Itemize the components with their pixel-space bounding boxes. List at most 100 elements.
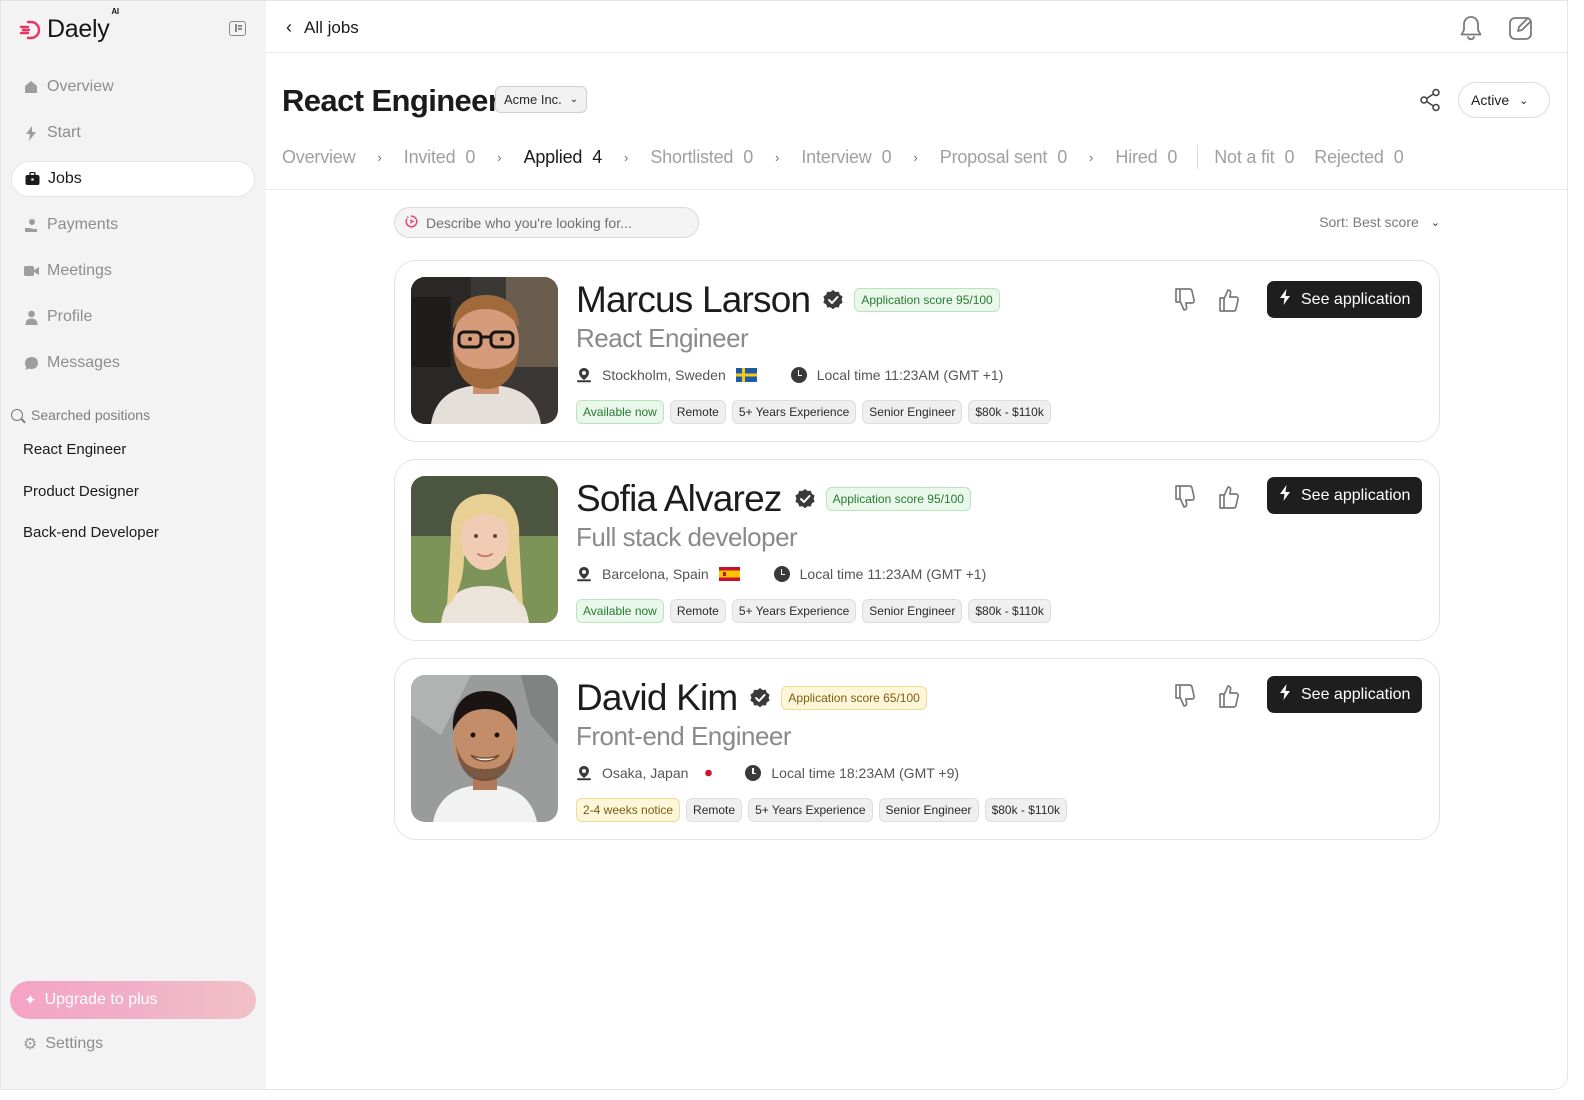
settings-link[interactable]: ⚙ Settings — [23, 1034, 103, 1054]
candidate-card[interactable]: Marcus Larson Application score 95/100 R… — [394, 260, 1440, 442]
chevron-right-icon: › — [497, 149, 502, 165]
describe-placeholder: Describe who you're looking for... — [426, 214, 632, 231]
location-pin-icon — [577, 368, 591, 383]
see-application-button[interactable]: See application — [1267, 477, 1422, 514]
thumbs-down-icon[interactable] — [1173, 287, 1197, 313]
chevron-down-icon: ⌄ — [569, 94, 579, 105]
tag-seniority: Senior Engineer — [878, 798, 979, 822]
ai-spinner-icon — [405, 214, 418, 231]
video-icon — [23, 263, 39, 279]
local-time: Local time 11:23AM (GMT +1) — [773, 566, 986, 582]
tab-not-a-fit[interactable]: Not a fit 0 — [1214, 147, 1294, 168]
position-item-react-engineer[interactable]: React Engineer — [23, 441, 159, 463]
thumbs-up-icon[interactable] — [1217, 287, 1241, 313]
company-selector[interactable]: Acme Inc. ⌄ — [495, 86, 588, 113]
brand-logo[interactable]: DaelyAI — [19, 7, 119, 44]
position-item-product-designer[interactable]: Product Designer — [23, 483, 159, 505]
person-icon — [23, 309, 39, 325]
searched-positions-heading: Searched positions — [11, 407, 150, 423]
thumbs-down-icon[interactable] — [1173, 683, 1197, 709]
nav-item-meetings[interactable]: Meetings — [11, 253, 255, 289]
candidate-role: Full stack developer — [576, 522, 798, 552]
tab-applied[interactable]: Applied 4 — [524, 146, 603, 168]
candidate-name-row: Marcus Larson Application score 95/100 — [576, 279, 1000, 321]
chevron-right-icon: › — [913, 149, 918, 165]
tab-label: Invited — [403, 146, 456, 167]
nav-item-profile[interactable]: Profile — [11, 299, 255, 335]
tab-shortlisted[interactable]: Shortlisted 0 — [650, 147, 753, 168]
tag-experience: 5+ Years Experience — [731, 400, 857, 424]
page-title: React Engineer — [282, 83, 500, 118]
topbar: ‹ All jobs — [266, 1, 1567, 53]
candidate-name[interactable]: David Kim — [576, 677, 738, 719]
share-icon[interactable] — [1419, 88, 1441, 112]
pipeline-tabs: Overview › Invited 0 › Applied 4 › Shortli… — [282, 145, 1404, 169]
main-content: ‹ All jobs React Engineer Acme Inc. ⌄ Ac… — [266, 1, 1567, 1089]
see-application-label: See application — [1301, 486, 1411, 504]
sort-select[interactable]: Sort: Best score ⌄ — [1319, 214, 1440, 230]
nav-item-messages[interactable]: Messages — [11, 345, 255, 381]
nav-item-overview[interactable]: Overview — [11, 69, 255, 105]
candidate-card[interactable]: David Kim Application score 65/100 Front… — [394, 658, 1440, 840]
availability-tag: 2-4 weeks notice — [576, 798, 681, 822]
nav-label: Messages — [47, 354, 120, 371]
collapse-sidebar-icon[interactable] — [229, 21, 246, 36]
gear-icon: ⚙ — [23, 1036, 38, 1053]
candidate-name[interactable]: Marcus Larson — [576, 279, 811, 321]
nav-item-start[interactable]: Start — [11, 115, 255, 151]
nav-item-payments[interactable]: Payments — [11, 207, 255, 243]
candidate-meta: Stockholm, Sweden Local time 11:23AM (GM… — [576, 367, 1003, 383]
company-label: Acme Inc. — [504, 92, 562, 107]
chevron-right-icon: › — [1089, 149, 1094, 165]
tab-invited[interactable]: Invited 0 — [403, 146, 476, 168]
home-icon — [23, 79, 39, 95]
thumbs-down-icon[interactable] — [1173, 484, 1197, 510]
back-to-all-jobs-link[interactable]: ‹ All jobs — [286, 17, 359, 38]
candidate-location: Osaka, Japan — [602, 765, 689, 781]
candidate-location: Barcelona, Spain — [602, 566, 709, 582]
avatar — [411, 675, 558, 822]
local-time: Local time 18:23AM (GMT +9) — [745, 765, 959, 781]
candidate-photo — [411, 277, 558, 424]
upgrade-button[interactable]: ✦ Upgrade to plus — [10, 981, 256, 1019]
thumbs-up-icon[interactable] — [1217, 484, 1241, 510]
candidate-photo — [411, 675, 558, 822]
candidate-tags: Available now Remote 5+ Years Experience… — [576, 400, 1057, 424]
job-status-select[interactable]: Active ⌄ — [1458, 82, 1550, 118]
candidate-name-row: Sofia Alvarez Application score 95/100 — [576, 478, 971, 520]
tab-label: Not a fit — [1214, 146, 1275, 167]
nav-item-jobs[interactable]: Jobs — [11, 161, 255, 197]
tab-count: 0 — [1393, 146, 1404, 167]
tag-remote: Remote — [686, 798, 743, 822]
status-label: Active — [1471, 92, 1510, 108]
candidate-card[interactable]: Sofia Alvarez Application score 95/100 F… — [394, 459, 1440, 641]
local-time-label: Local time 18:23AM (GMT +9) — [771, 765, 960, 781]
chat-icon — [23, 355, 39, 371]
position-item-back-end-developer[interactable]: Back-end Developer — [23, 524, 159, 546]
chevron-right-icon: › — [775, 149, 780, 165]
candidate-name[interactable]: Sofia Alvarez — [576, 478, 782, 520]
thumbs-up-icon[interactable] — [1217, 683, 1241, 709]
candidate-name-row: David Kim Application score 65/100 — [576, 677, 927, 719]
compose-icon[interactable] — [1508, 15, 1534, 41]
tag-salary: $80k - $110k — [968, 400, 1051, 424]
tab-interview[interactable]: Interview 0 — [801, 147, 891, 168]
bell-icon[interactable] — [1459, 15, 1483, 41]
availability-tag: Available now — [576, 599, 664, 623]
tab-rejected[interactable]: Rejected 0 — [1314, 147, 1403, 168]
nav-label: Payments — [47, 216, 119, 233]
tab-divider — [1197, 145, 1199, 169]
describe-candidate-input[interactable]: Describe who you're looking for... — [394, 207, 699, 238]
see-application-label: See application — [1301, 290, 1411, 308]
briefcase-icon — [24, 171, 40, 187]
chevron-right-icon: › — [624, 149, 629, 165]
tag-experience: 5+ Years Experience — [731, 599, 857, 623]
tab-overview[interactable]: Overview — [282, 147, 356, 168]
tag-seniority: Senior Engineer — [862, 599, 963, 623]
nav-label: Jobs — [48, 170, 82, 187]
see-application-button[interactable]: See application — [1267, 281, 1422, 318]
see-application-button[interactable]: See application — [1267, 676, 1422, 713]
tab-proposal-sent[interactable]: Proposal sent 0 — [940, 147, 1067, 168]
tab-count: 4 — [592, 146, 603, 167]
tab-hired[interactable]: Hired 0 — [1115, 147, 1177, 168]
